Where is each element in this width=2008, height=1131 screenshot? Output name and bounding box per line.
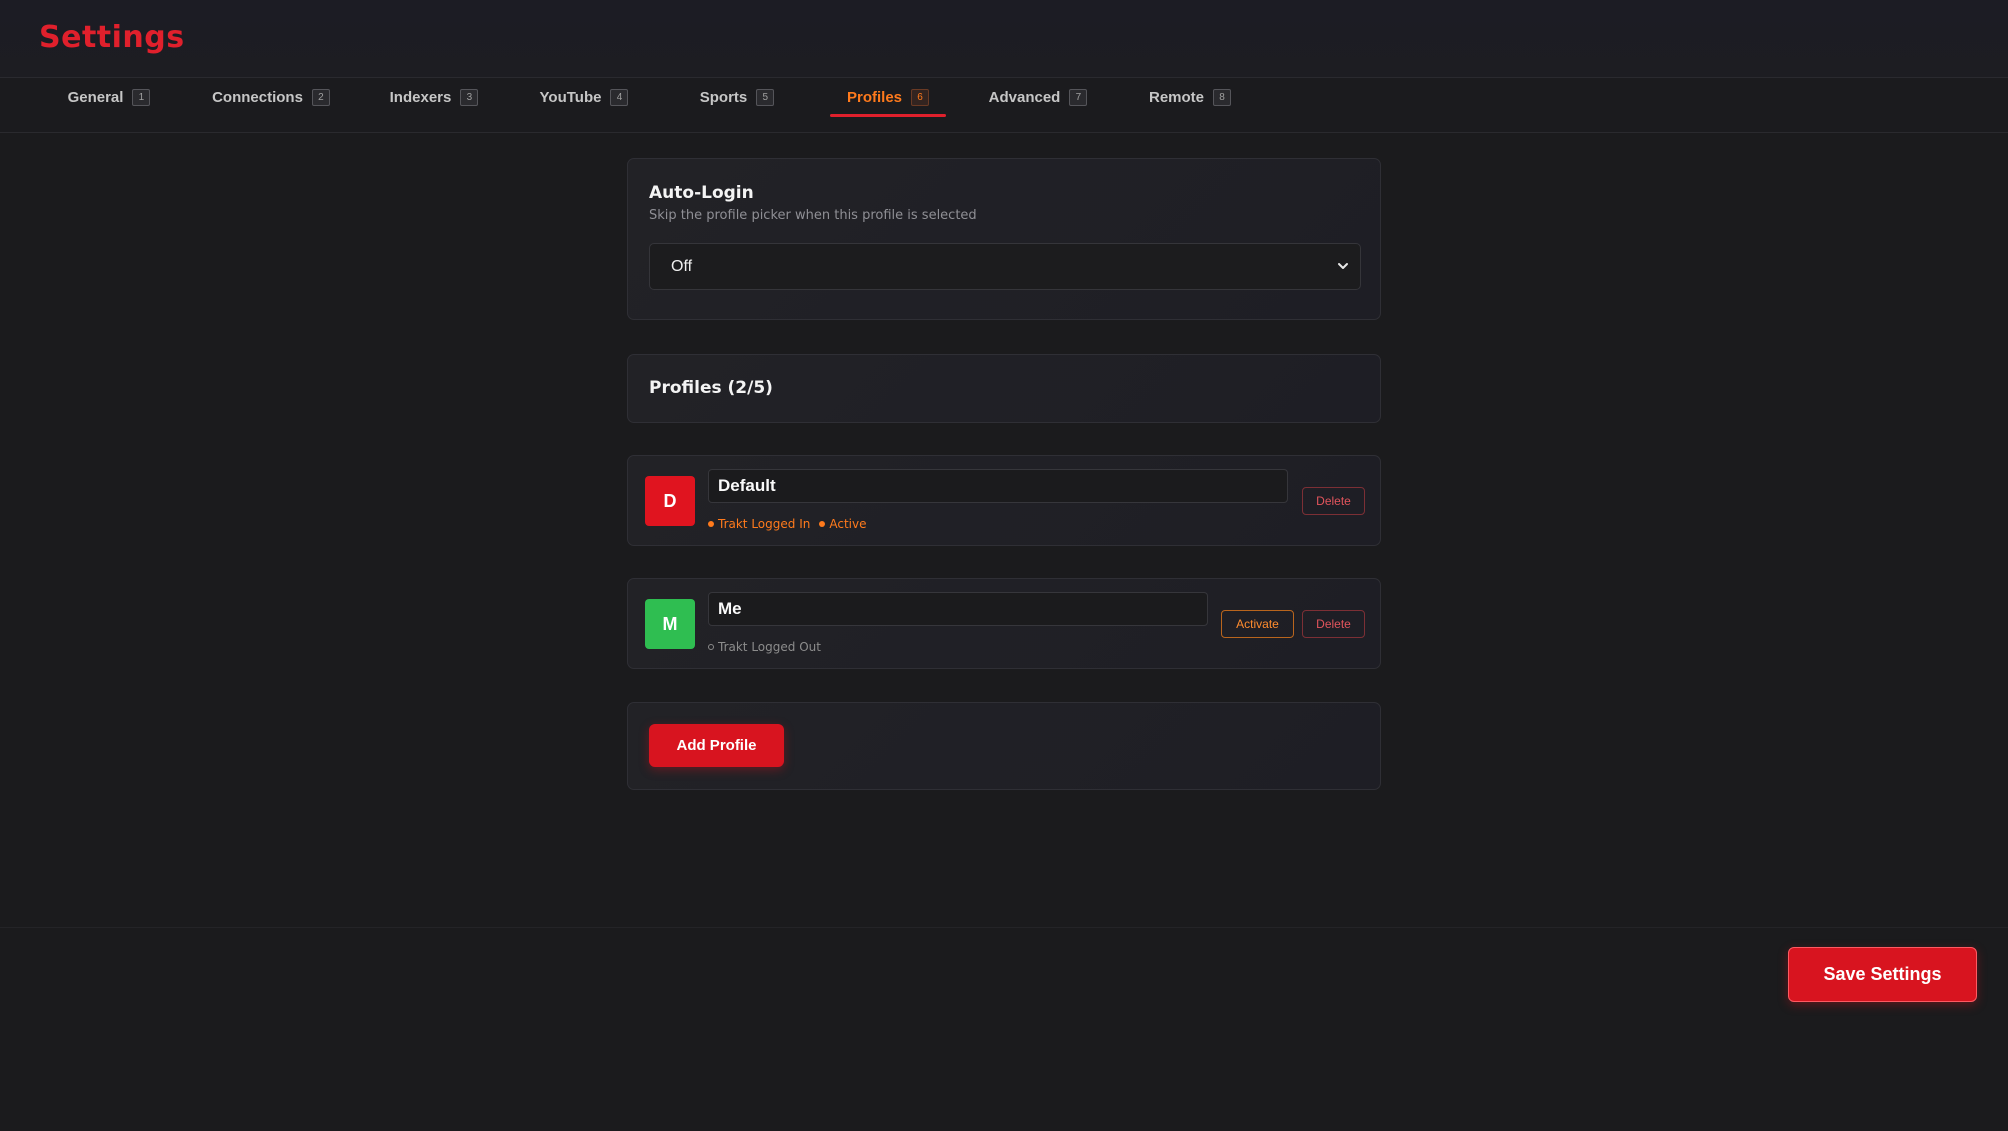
profile-name-input[interactable]: Default: [708, 469, 1288, 503]
status-badge: Active: [819, 517, 866, 531]
auto-login-selected-value: Off: [671, 257, 693, 275]
add-profile-card: Add Profile: [627, 702, 1381, 790]
top-bar: Settings: [0, 0, 2008, 78]
profiles-count-heading: Profiles (2/5): [649, 378, 773, 398]
tab-connections[interactable]: Connections 2: [206, 78, 336, 116]
status-dot-icon: [708, 644, 714, 650]
auto-login-description: Skip the profile picker when this profil…: [649, 208, 977, 223]
page-title: Settings: [39, 20, 185, 55]
tab-shortcut-badge: 5: [756, 88, 775, 106]
status-dot-icon: [819, 521, 826, 527]
tab-label: Connections: [212, 88, 303, 106]
tab-label: Indexers: [389, 88, 452, 106]
chevron-down-icon: [1338, 263, 1348, 269]
tab-sports[interactable]: Sports 5: [692, 78, 782, 116]
profile-card-me: M Me Trakt Logged Out Activate Delete: [627, 578, 1381, 669]
status-text: Trakt Logged In: [718, 517, 811, 531]
profile-name-input[interactable]: Me: [708, 592, 1208, 626]
tab-shortcut-badge: 6: [911, 88, 930, 106]
tab-shortcut-badge: 4: [610, 88, 629, 106]
tab-shortcut-badge: 2: [311, 88, 330, 106]
tab-indexers[interactable]: Indexers 3: [381, 78, 487, 116]
status-text: Active: [829, 517, 867, 531]
tab-label: Sports: [699, 88, 748, 106]
active-tab-indicator: [830, 114, 946, 117]
status-badge: Trakt Logged Out: [708, 640, 821, 654]
tab-shortcut-badge: 1: [132, 88, 151, 106]
save-settings-button[interactable]: Save Settings: [1788, 947, 1977, 1002]
tab-youtube[interactable]: YouTube 4: [532, 78, 636, 116]
delete-profile-button[interactable]: Delete: [1302, 487, 1365, 515]
tab-label: YouTube: [539, 88, 602, 106]
auto-login-title: Auto-Login: [649, 183, 754, 203]
status-text: Trakt Logged Out: [718, 640, 821, 654]
tab-advanced[interactable]: Advanced 7: [982, 78, 1094, 116]
avatar: M: [645, 599, 695, 649]
profile-card-default: D Default Trakt Logged In Active Delete: [627, 455, 1381, 546]
delete-profile-button[interactable]: Delete: [1302, 610, 1365, 638]
auto-login-card: Auto-Login Skip the profile picker when …: [627, 158, 1381, 320]
avatar: D: [645, 476, 695, 526]
profiles-header-card: Profiles (2/5): [627, 354, 1381, 423]
activate-profile-button[interactable]: Activate: [1221, 610, 1294, 638]
tab-shortcut-badge: 7: [1069, 88, 1088, 106]
profile-status-line: Trakt Logged In Active: [708, 517, 875, 531]
tab-shortcut-badge: 3: [460, 88, 479, 106]
tab-shortcut-badge: 8: [1213, 88, 1231, 106]
status-dot-icon: [708, 521, 714, 527]
auto-login-select[interactable]: Off: [649, 243, 1361, 290]
profile-status-line: Trakt Logged Out: [708, 640, 830, 654]
status-badge: Trakt Logged In: [708, 517, 810, 531]
tab-label: Advanced: [988, 88, 1061, 106]
tab-label: General: [67, 88, 124, 106]
tab-general[interactable]: General 1: [60, 78, 158, 116]
tab-label: Profiles: [846, 88, 903, 106]
footer-divider: [0, 927, 2008, 928]
tab-label: Remote: [1148, 88, 1204, 106]
tab-profiles[interactable]: Profiles 6: [830, 78, 946, 116]
add-profile-button[interactable]: Add Profile: [649, 724, 784, 767]
tab-remote[interactable]: Remote 8: [1144, 78, 1236, 116]
tab-bar: General 1 Connections 2 Indexers 3 YouTube 4…: [0, 78, 2008, 133]
